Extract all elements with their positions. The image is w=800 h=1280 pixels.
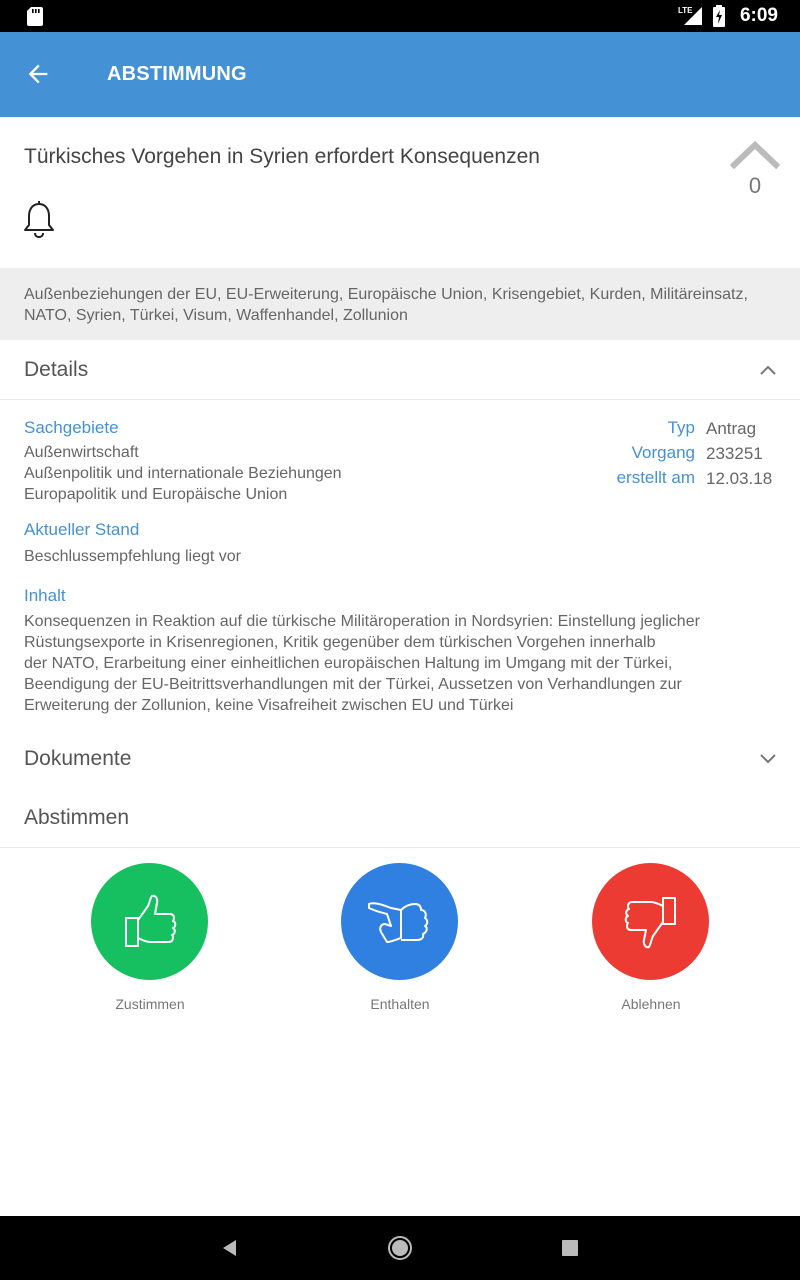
vorgang-label: Vorgang [631, 443, 695, 462]
back-button[interactable] [16, 52, 60, 96]
chevron-down-icon [760, 754, 776, 764]
details-header[interactable]: Details [0, 340, 800, 400]
sd-card-icon [27, 7, 43, 26]
app-screen: LTE 6:09 ABSTIMMUNG Türkisches Vorgehen … [0, 0, 800, 1280]
nav-back-button[interactable] [216, 1234, 244, 1262]
documents-header[interactable]: Dokumente [0, 729, 800, 789]
chevron-up-icon [729, 140, 781, 170]
sachgebiete-list: Außenwirtschaft Außenpolitik und interna… [24, 442, 544, 505]
inhalt-line: Beendigung der EU-Beitrittsverhandlungen… [24, 676, 682, 693]
inhalt-line: Rüstungsexporte in Krisenregionen, Kriti… [24, 634, 656, 651]
thumbs-down-icon [624, 896, 676, 948]
vote-header: Abstimmen [0, 788, 800, 848]
app-bar: ABSTIMMUNG [0, 32, 800, 117]
status-icons: LTE 6:09 [678, 0, 778, 32]
vote-abstain-label: Enthalten [370, 996, 430, 1012]
nav-home-icon [388, 1236, 412, 1260]
stand-value: Beschlussempfehlung liegt vor [24, 548, 242, 565]
nav-home-button[interactable] [386, 1234, 414, 1262]
erstellt-label: erstellt am [616, 468, 695, 487]
vote-abstain-circle [341, 863, 458, 980]
typ-value: Antrag [706, 419, 757, 438]
inhalt-label: Inhalt [24, 586, 66, 605]
nav-recents-icon [562, 1240, 578, 1256]
vote-no-label: Ablehnen [621, 996, 681, 1012]
list-item: Außenwirtschaft [24, 444, 139, 461]
list-item: Europapolitik und Europäische Union [24, 486, 288, 503]
motion-header: Türkisches Vorgehen in Syrien erfordert … [0, 117, 800, 268]
upvote-count: 0 [748, 173, 762, 198]
list-item: Außenpolitik und internationale Beziehun… [24, 465, 342, 482]
upvote-button[interactable]: 0 [726, 137, 784, 217]
nav-recents-button[interactable] [556, 1234, 584, 1262]
page-title: ABSTIMMUNG [107, 63, 247, 85]
vote-abstain-button[interactable]: Enthalten [340, 862, 460, 1022]
notification-button[interactable] [22, 201, 58, 241]
inhalt-text: Konsequenzen in Reaktion auf die türkisc… [24, 611, 794, 716]
bell-icon [24, 201, 54, 239]
status-time: 6:09 [739, 5, 778, 26]
vote-yes-label: Zustimmen [115, 996, 185, 1012]
vote-yes-circle [91, 863, 208, 980]
inhalt-line: Erweiterung der Zollunion, keine Visafre… [24, 697, 514, 714]
vote-yes-button[interactable]: Zustimmen [90, 862, 210, 1022]
system-nav-bar [0, 1216, 800, 1280]
nav-back-icon [223, 1240, 236, 1256]
lte-signal-icon: LTE [678, 6, 702, 25]
status-bar: LTE 6:09 [0, 0, 800, 32]
thumbs-up-icon [124, 894, 176, 947]
battery-charging-icon [712, 5, 725, 27]
inhalt-line: Konsequenzen in Reaktion auf die türkisc… [24, 613, 700, 630]
motion-title: Türkisches Vorgehen in Syrien erfordert … [24, 145, 540, 168]
arrow-left-icon [28, 64, 48, 84]
svg-text:LTE: LTE [678, 6, 693, 15]
sachgebiete-label: Sachgebiete [24, 418, 119, 437]
typ-label: Typ [667, 418, 695, 437]
stand-label: Aktueller Stand [24, 520, 140, 539]
vote-no-button[interactable]: Ablehnen [591, 862, 711, 1022]
thumbs-sideways-icon [367, 901, 428, 943]
topic-tags: Außenbeziehungen der EU, EU-Erweiterung,… [0, 268, 800, 340]
vorgang-value: 233251 [706, 444, 763, 463]
erstellt-value: 12.03.18 [706, 469, 773, 488]
inhalt-line: der NATO, Erarbeitung einer einheitliche… [24, 655, 673, 672]
vote-title: Abstimmen [24, 806, 130, 829]
documents-title: Dokumente [24, 747, 132, 770]
details-title: Details [24, 358, 89, 381]
vote-no-circle [592, 863, 709, 980]
chevron-up-icon [760, 365, 776, 375]
